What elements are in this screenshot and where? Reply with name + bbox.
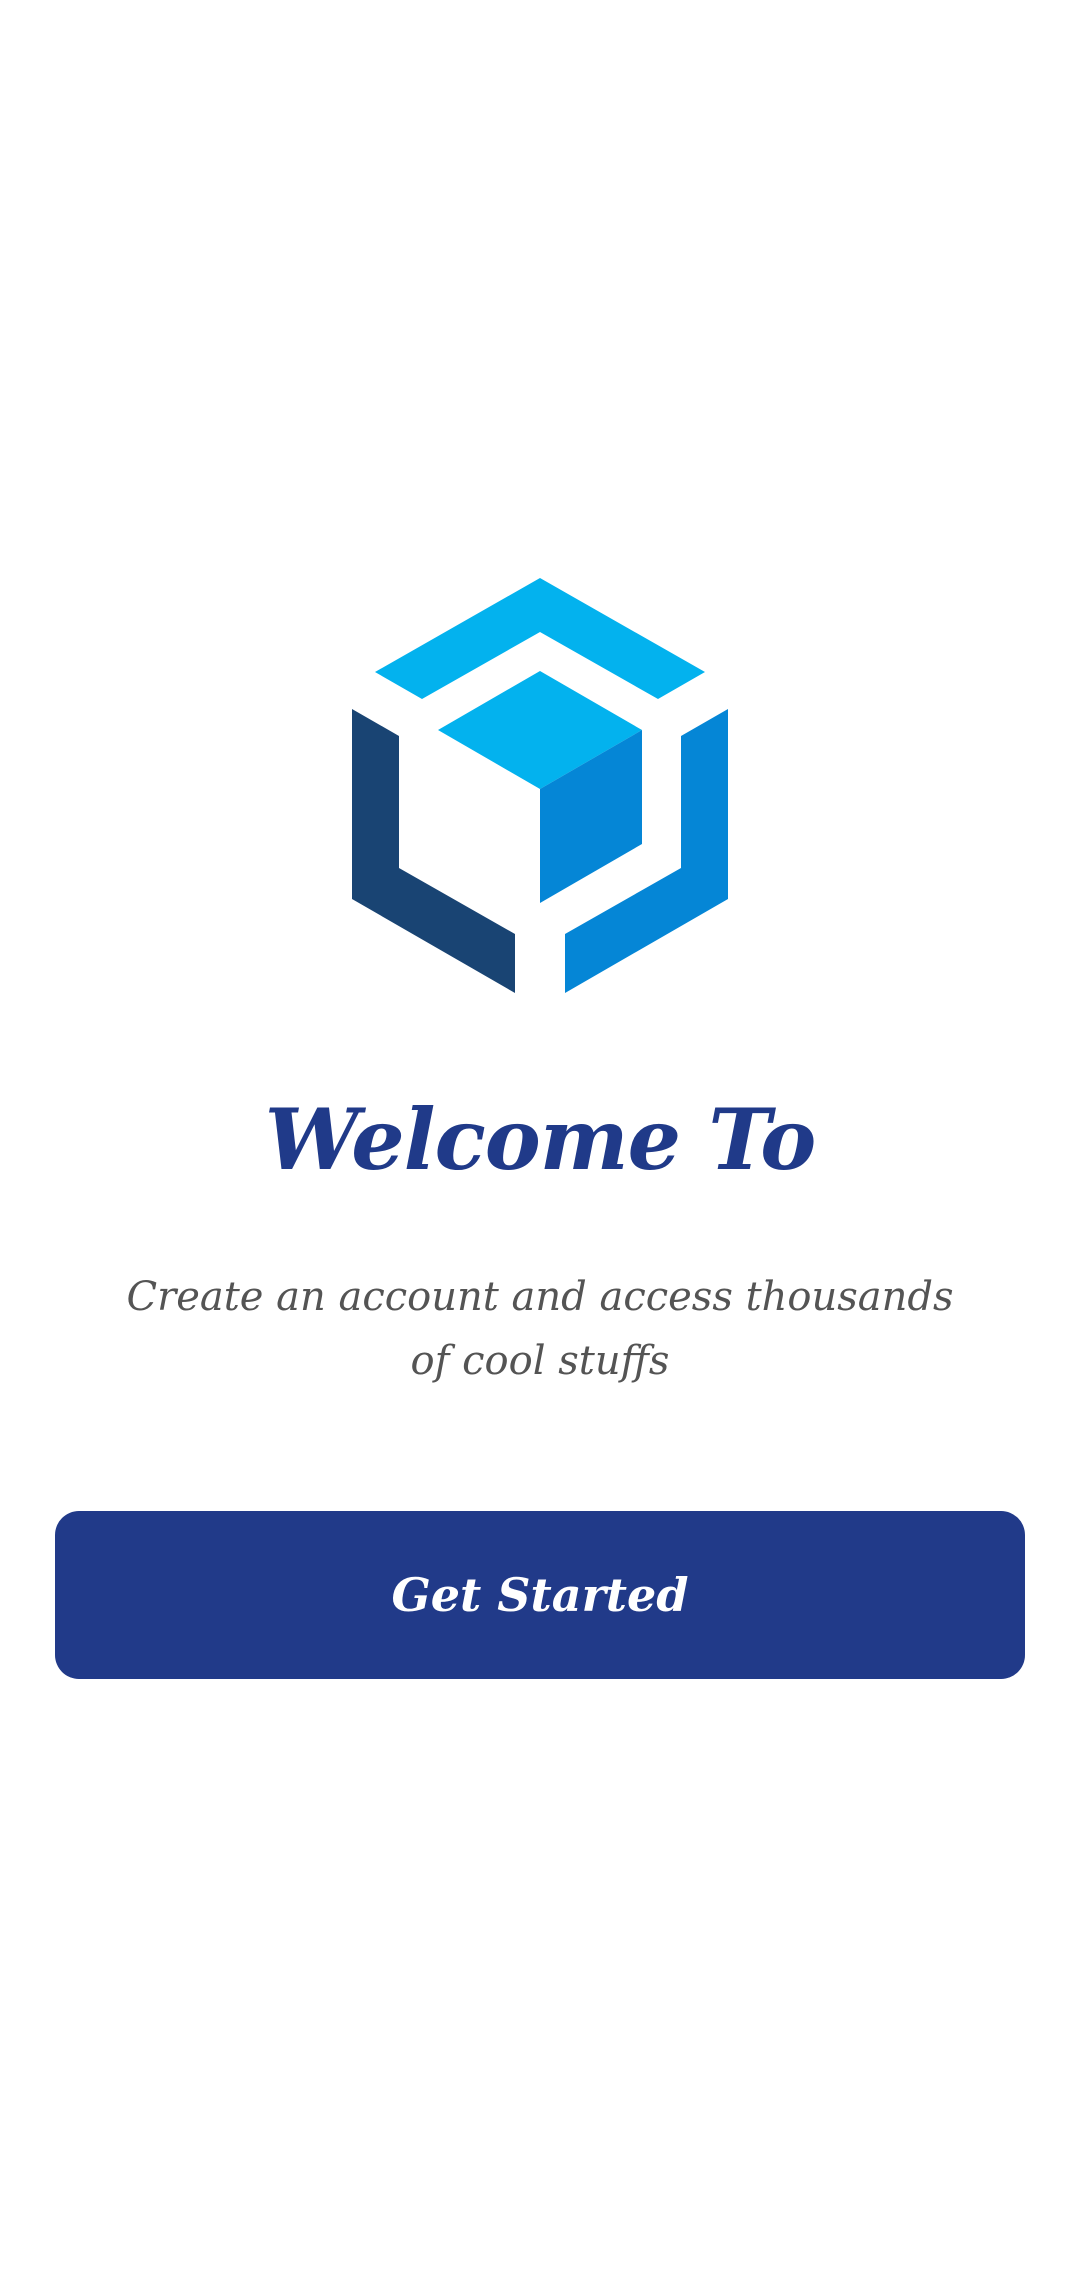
cube-logo-icon <box>352 578 728 994</box>
welcome-subtitle: Create an account and access thousands o… <box>126 1274 954 1384</box>
get-started-button[interactable]: Get Started <box>55 1511 1025 1679</box>
get-started-label: Get Started <box>391 1568 689 1622</box>
welcome-title: Welcome To <box>264 1090 816 1189</box>
